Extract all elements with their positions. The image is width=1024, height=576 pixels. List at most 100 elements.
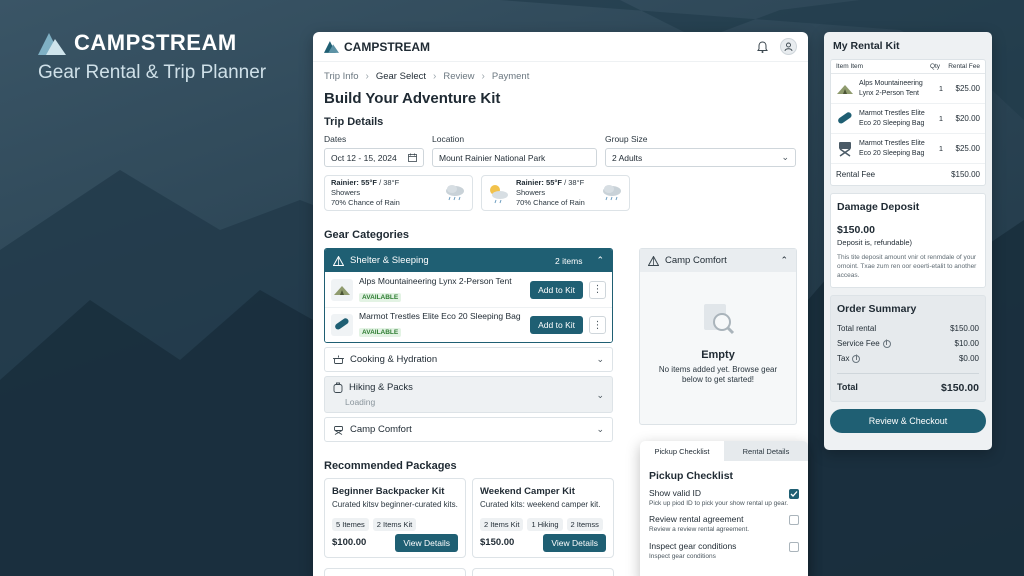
summary-value: $10.00 [954, 339, 979, 349]
tab-pickup-checklist[interactable]: Pickup Checklist [640, 441, 724, 461]
group-size-select[interactable]: 2 Adults ⌄ [605, 148, 796, 167]
checklist-item-name: Review rental agreement [649, 514, 744, 525]
calendar-icon[interactable] [408, 153, 417, 162]
app-header: CAMPSTREAM [313, 32, 808, 62]
table-row[interactable]: Marmot Trestles Elite Eco 20 Sleeping Ba… [831, 134, 985, 164]
package-card-partial [472, 568, 614, 576]
tent-icon [334, 285, 350, 295]
checkmark-icon [790, 491, 798, 497]
summary-label: Tax [837, 354, 850, 364]
deposit-title: Damage Deposit [837, 201, 920, 213]
category-camp-comfort[interactable]: Camp Comfort ⌄ [324, 417, 613, 442]
kit-item-qty: 1 [938, 84, 944, 93]
empty-state: Empty No items added yet. Browse gear be… [640, 272, 796, 386]
app-logo[interactable]: CAMPSTREAM [324, 40, 430, 54]
location-label: Location [432, 134, 465, 144]
package-price: $150.00 [480, 537, 515, 548]
more-options-icon[interactable]: ⋮ [589, 280, 606, 299]
category-cooking-hydration[interactable]: Cooking & Hydration ⌄ [324, 347, 613, 372]
chevron-down-icon: ⌄ [596, 424, 604, 434]
kit-item-qty: 1 [938, 144, 944, 153]
kit-item-fee: $25.00 [955, 144, 980, 153]
checklist-item-name: Show valid ID [649, 488, 701, 498]
weather-card: Rainier: 55°F / 38°F Showers 70% Chance … [324, 175, 473, 211]
breadcrumb-payment[interactable]: Payment [492, 71, 530, 82]
camp-comfort-label: Camp Comfort [665, 255, 727, 266]
package-chip: 1 Hiking [527, 518, 563, 531]
tent-icon [333, 255, 344, 266]
recommended-packages-title: Recommended Packages [324, 460, 457, 472]
info-icon[interactable]: i [852, 354, 861, 363]
rental-kit-title: My Rental Kit [833, 40, 900, 52]
weather-low: / 38°F [379, 178, 400, 188]
bell-icon[interactable] [757, 40, 768, 53]
tent-thumbnail [331, 278, 353, 301]
deposit-note: This tite deposit amount vnir ot renmdal… [837, 254, 977, 279]
col-fee: Rental Fee [948, 63, 980, 70]
table-row[interactable]: Alps Mountaineering Lynx 2-Person Tent 1… [831, 74, 985, 104]
gear-item-row: Marmot Trestles Elite Eco 20 Sleeping Ba… [325, 307, 612, 342]
checklist-checkbox[interactable] [789, 515, 799, 526]
trip-details-title: Trip Details [324, 116, 384, 128]
kit-item-name: Marmot Trestles Elite Eco 20 Sleeping Ba… [859, 110, 925, 127]
pickup-panel: Pickup Checklist Rental Details Pickup C… [640, 441, 808, 576]
app-brand-name: CAMPSTREAM [344, 39, 430, 54]
sleeping-bag-icon [335, 318, 349, 330]
table-row[interactable]: Marmot Trestles Elite Eco 20 Sleeping Ba… [831, 104, 985, 134]
loading-indicator: Loading [345, 397, 376, 407]
summary-row-rental: Total rental $150.00 [837, 324, 979, 333]
package-chip: 5 Itemes [332, 518, 369, 531]
checklist-item: Review rental agreement Review a review … [640, 508, 808, 534]
add-to-kit-button[interactable]: Add to Kit [530, 280, 583, 299]
weather-condition: Showers [516, 188, 546, 198]
gear-item-row: Alps Mountaineering Lynx 2-Person Tent A… [325, 272, 612, 307]
kit-item-qty: 1 [938, 114, 944, 123]
gear-categories-title: Gear Categories [324, 229, 409, 241]
dates-value: Oct 12 - 15, 2024 [331, 152, 397, 163]
breadcrumb-trip-info[interactable]: Trip Info [324, 71, 359, 82]
trip-details-fields: Dates Oct 12 - 15, 2024 Location Mount R… [313, 128, 808, 167]
view-details-button[interactable]: View Details [395, 534, 458, 552]
mountain-logo-icon [38, 33, 66, 55]
checklist-item: Inspect gear conditions Inspect gear con… [640, 535, 808, 561]
camp-comfort-header[interactable]: Camp Comfort ⌃ [640, 249, 796, 272]
rain-cloud-icon [446, 185, 464, 201]
checklist-item-name: Inspect gear conditions [649, 540, 737, 551]
sleeping-bag-thumbnail [331, 314, 353, 336]
chevron-down-icon: ⌄ [596, 354, 604, 364]
breadcrumb-review[interactable]: Review [443, 71, 474, 82]
location-field: Location Mount Rainier National Park [432, 134, 597, 167]
category-header-shelter[interactable]: Shelter & Sleeping 2 items ⌃ [325, 249, 612, 272]
summary-label: Total rental [837, 324, 877, 334]
info-icon[interactable]: i [882, 339, 891, 348]
gear-item-name: Alps Mountaineering Lynx 2-Person Tent [359, 275, 512, 286]
package-card-partial [324, 568, 466, 576]
package-card: Beginner Backpacker Kit Curated kitsv be… [324, 478, 466, 558]
kit-item-name: Marmot Trestles Elite Eco 20 Sleeping Ba… [859, 140, 925, 157]
review-checkout-button[interactable]: Review & Checkout [830, 409, 986, 434]
rental-fee-value: $150.00 [951, 170, 980, 179]
summary-row-tax: Tax i $0.00 [837, 354, 979, 363]
package-price: $100.00 [332, 537, 367, 548]
more-options-icon[interactable]: ⋮ [589, 316, 606, 334]
rain-cloud-icon [603, 185, 621, 201]
breadcrumb: Trip Info › Gear Select › Review › Payme… [313, 62, 808, 82]
search-document-icon [704, 304, 735, 335]
location-input[interactable]: Mount Rainier National Park [432, 148, 597, 167]
package-chip: 2 Items Kit [372, 518, 417, 531]
col-item: Item Item [836, 63, 864, 70]
breadcrumb-gear-select[interactable]: Gear Select [376, 71, 426, 82]
checklist-item-desc: Review a review rental agreement. [649, 526, 750, 534]
checklist-item-desc: Inspect gear conditions [649, 552, 716, 560]
dates-input[interactable]: Oct 12 - 15, 2024 [324, 148, 424, 167]
view-details-button[interactable]: View Details [543, 534, 606, 552]
user-avatar[interactable] [780, 38, 797, 55]
add-to-kit-button[interactable]: Add to Kit [530, 316, 583, 334]
weather-temp: 55°F [546, 178, 562, 188]
checklist-checkbox[interactable] [789, 541, 799, 552]
checklist-checkbox[interactable] [789, 489, 799, 499]
chevron-down-icon: ⌄ [781, 152, 789, 162]
chevron-down-icon: ⌄ [596, 390, 604, 400]
tab-rental-details[interactable]: Rental Details [724, 441, 808, 461]
category-hiking-packs[interactable]: Hiking & Packs Loading ⌄ [324, 376, 613, 413]
